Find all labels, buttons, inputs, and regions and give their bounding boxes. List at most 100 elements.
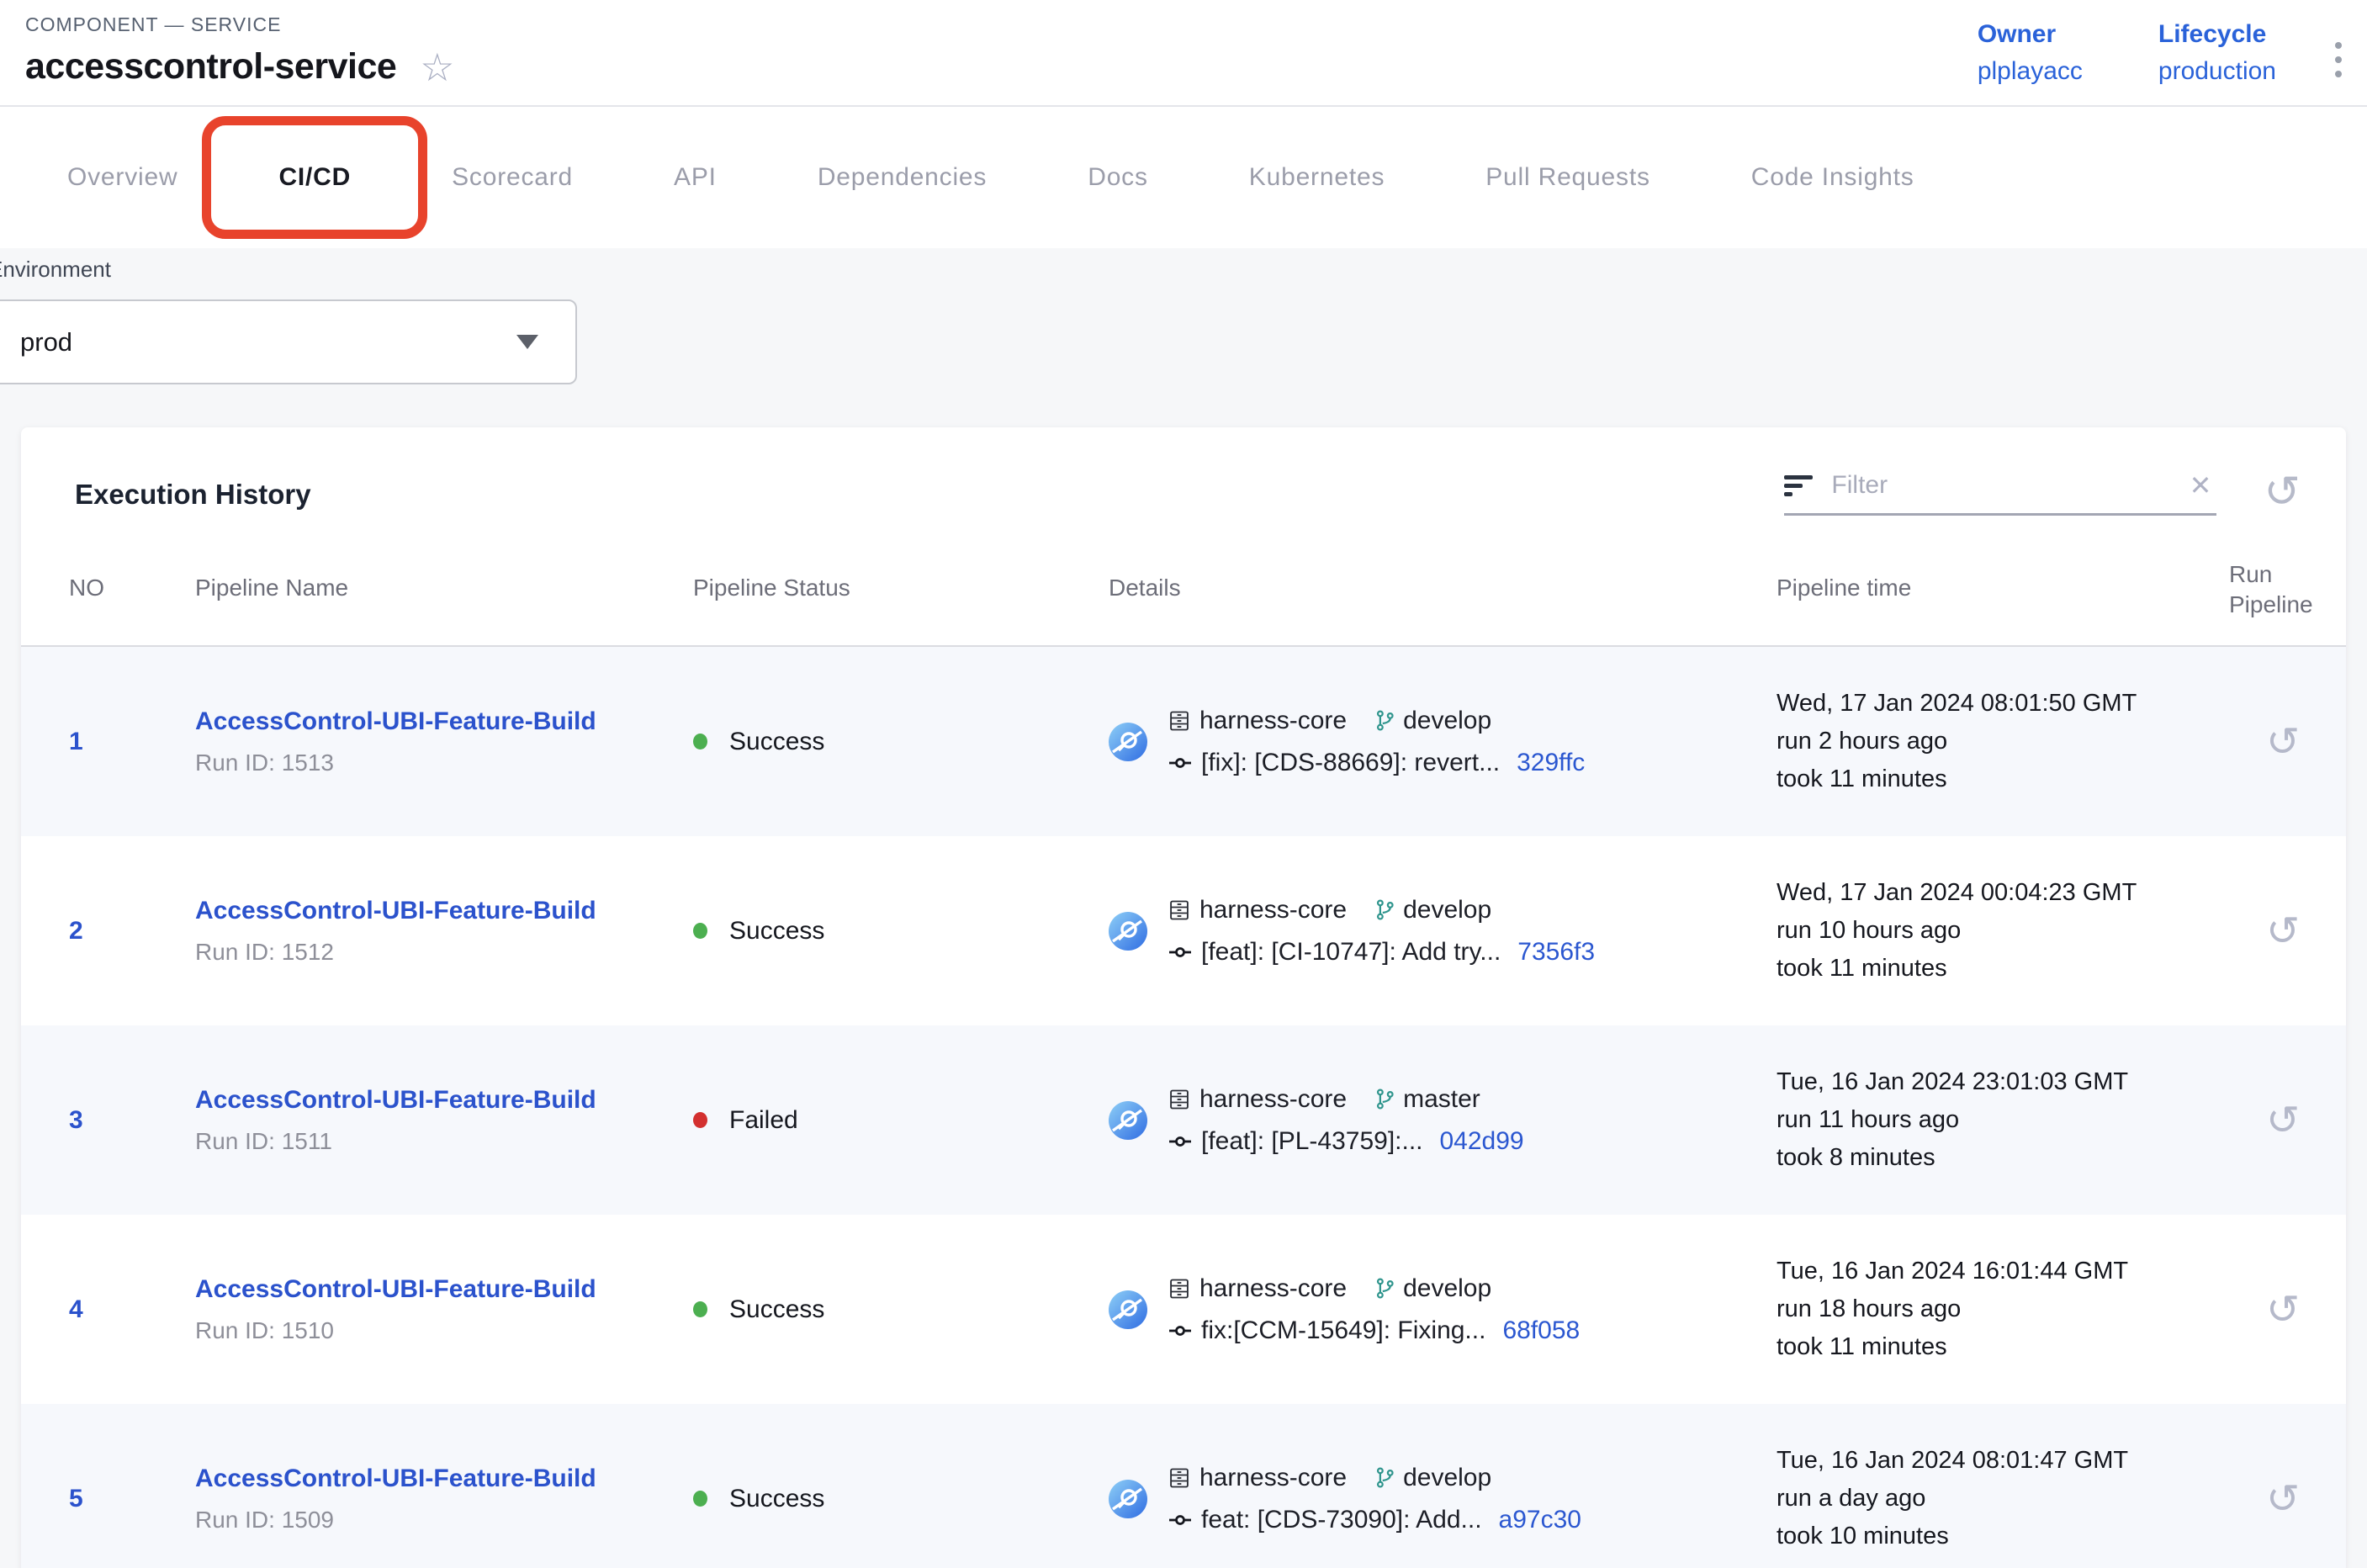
duration: took 8 minutes xyxy=(1777,1139,2229,1177)
time-relative: run 2 hours ago xyxy=(1777,723,2229,760)
run-pipeline-button[interactable]: ↺ xyxy=(2229,908,2346,955)
clear-filter-icon[interactable]: ✕ xyxy=(2190,469,2217,501)
duration: took 11 minutes xyxy=(1777,760,2229,798)
branch-name: develop xyxy=(1403,1464,1491,1492)
pipeline-time-cell: Tue, 16 Jan 2024 23:01:03 GMT run 11 hou… xyxy=(1777,1063,2229,1177)
pipeline-name-cell: AccessControl-UBI-Feature-Build Run ID: … xyxy=(195,1086,693,1155)
header-left: COMPONENT — SERVICE accesscontrol-servic… xyxy=(25,13,455,105)
repository-icon xyxy=(1168,1277,1191,1300)
run-id: Run ID: 1510 xyxy=(195,1317,693,1344)
pipeline-name-link[interactable]: AccessControl-UBI-Feature-Build xyxy=(195,707,693,736)
status-dot xyxy=(693,1491,707,1507)
chevron-down-icon xyxy=(516,335,538,349)
commit-hash-link[interactable]: 329ffc xyxy=(1517,749,1585,777)
pipeline-status-cell: Failed xyxy=(693,1106,1102,1135)
row-number: 4 xyxy=(57,1295,195,1324)
run-id: Run ID: 1512 xyxy=(195,939,693,966)
details-cell: harness-core master xyxy=(1102,1085,1777,1156)
filter-icon xyxy=(1784,475,1813,496)
run-pipeline-button[interactable]: ↺ xyxy=(2229,1286,2346,1333)
status-dot xyxy=(693,1112,707,1128)
pipeline-name-link[interactable]: AccessControl-UBI-Feature-Build xyxy=(195,897,693,925)
repository-name: harness-core xyxy=(1199,1085,1347,1114)
status-label: Success xyxy=(729,917,824,946)
row-number: 3 xyxy=(57,1106,195,1135)
environment-selected-value: prod xyxy=(20,327,72,358)
details-cell: harness-core develop xyxy=(1102,1274,1777,1345)
commit-hash-link[interactable]: 7356f3 xyxy=(1517,938,1595,967)
repository-name: harness-core xyxy=(1199,896,1347,924)
time-relative: run a day ago xyxy=(1777,1480,2229,1518)
table-row: 4 AccessControl-UBI-Feature-Build Run ID… xyxy=(21,1215,2346,1404)
run-pipeline-button[interactable]: ↺ xyxy=(2229,1097,2346,1144)
status-dot xyxy=(693,1301,707,1317)
run-pipeline-button[interactable]: ↺ xyxy=(2229,718,2346,765)
pipeline-avatar-icon xyxy=(1109,1290,1147,1329)
refresh-icon[interactable]: ↺ xyxy=(2264,470,2301,516)
git-commit-icon xyxy=(1168,1131,1193,1152)
pipeline-time-cell: Tue, 16 Jan 2024 16:01:44 GMT run 18 hou… xyxy=(1777,1253,2229,1366)
lifecycle-value: production xyxy=(2158,57,2276,86)
column-header-pipeline-name: Pipeline Name xyxy=(195,546,693,645)
tab-scorecard[interactable]: Scorecard xyxy=(401,107,623,248)
status-dot xyxy=(693,734,707,750)
repository-name: harness-core xyxy=(1199,1274,1347,1303)
pipeline-time-cell: Wed, 17 Jan 2024 08:01:50 GMT run 2 hour… xyxy=(1777,685,2229,798)
tab-dependencies[interactable]: Dependencies xyxy=(767,107,1037,248)
commit-hash-link[interactable]: 042d99 xyxy=(1440,1127,1524,1156)
git-branch-icon xyxy=(1374,1277,1396,1300)
tab-overview[interactable]: Overview xyxy=(17,107,228,248)
status-label: Success xyxy=(729,1485,824,1513)
time-gmt: Tue, 16 Jan 2024 23:01:03 GMT xyxy=(1777,1063,2229,1101)
run-pipeline-button[interactable]: ↺ xyxy=(2229,1475,2346,1523)
branch-name: develop xyxy=(1403,1274,1491,1303)
pipeline-name-cell: AccessControl-UBI-Feature-Build Run ID: … xyxy=(195,707,693,776)
repository-icon xyxy=(1168,898,1191,922)
tab-code-insights[interactable]: Code Insights xyxy=(1701,107,1965,248)
repository-icon xyxy=(1168,1466,1191,1490)
tab-kubernetes[interactable]: Kubernetes xyxy=(1199,107,1435,248)
filter-input[interactable] xyxy=(1831,471,2170,500)
table-row: 2 AccessControl-UBI-Feature-Build Run ID… xyxy=(21,836,2346,1025)
time-gmt: Tue, 16 Jan 2024 08:01:47 GMT xyxy=(1777,1442,2229,1480)
pipeline-name-link[interactable]: AccessControl-UBI-Feature-Build xyxy=(195,1275,693,1304)
environment-dropdown[interactable]: prod xyxy=(0,299,577,384)
git-branch-icon xyxy=(1374,1466,1396,1489)
git-branch-icon xyxy=(1374,898,1396,921)
git-commit-icon xyxy=(1168,753,1193,773)
pipeline-name-link[interactable]: AccessControl-UBI-Feature-Build xyxy=(195,1465,693,1493)
tab-api[interactable]: API xyxy=(623,107,767,248)
row-number: 2 xyxy=(57,917,195,946)
time-gmt: Wed, 17 Jan 2024 00:04:23 GMT xyxy=(1777,874,2229,912)
more-options-icon[interactable] xyxy=(2335,20,2342,105)
status-label: Success xyxy=(729,1295,824,1324)
pipeline-status-cell: Success xyxy=(693,1295,1102,1324)
owner-link[interactable]: plplayacc xyxy=(1978,57,2083,86)
owner-block: Owner plplayacc xyxy=(1978,20,2083,105)
column-header-pipeline-status: Pipeline Status xyxy=(693,546,1102,645)
favorite-star-icon[interactable]: ☆ xyxy=(420,48,454,87)
run-id: Run ID: 1509 xyxy=(195,1507,693,1534)
page-header: COMPONENT — SERVICE accesscontrol-servic… xyxy=(0,0,2367,107)
time-gmt: Tue, 16 Jan 2024 16:01:44 GMT xyxy=(1777,1253,2229,1290)
tab-pull-requests[interactable]: Pull Requests xyxy=(1435,107,1701,248)
commit-message: fix:[CCM-15649]: Fixing... xyxy=(1201,1316,1485,1345)
row-number: 1 xyxy=(57,728,195,756)
tab-ci-cd[interactable]: CI/CD xyxy=(228,107,401,248)
page-title: accesscontrol-service xyxy=(25,46,396,87)
commit-hash-link[interactable]: a97c30 xyxy=(1499,1506,1581,1534)
git-branch-icon xyxy=(1374,1088,1396,1110)
tab-docs[interactable]: Docs xyxy=(1037,107,1199,248)
details-cell: harness-core develop xyxy=(1102,1464,1777,1534)
entity-kind: COMPONENT — SERVICE xyxy=(25,13,455,36)
pipeline-avatar-icon xyxy=(1109,1480,1147,1518)
pipeline-status-cell: Success xyxy=(693,1485,1102,1513)
git-commit-icon xyxy=(1168,1321,1193,1341)
pipeline-name-link[interactable]: AccessControl-UBI-Feature-Build xyxy=(195,1086,693,1115)
pipeline-name-cell: AccessControl-UBI-Feature-Build Run ID: … xyxy=(195,897,693,966)
pipeline-status-cell: Success xyxy=(693,917,1102,946)
execution-history-card: Execution History ✕ ↺ NO Pipeline Name P… xyxy=(21,427,2346,1568)
card-title: Execution History xyxy=(55,479,311,516)
column-header-run-pipeline: Run Pipeline xyxy=(2229,546,2338,645)
commit-hash-link[interactable]: 68f058 xyxy=(1502,1316,1580,1345)
